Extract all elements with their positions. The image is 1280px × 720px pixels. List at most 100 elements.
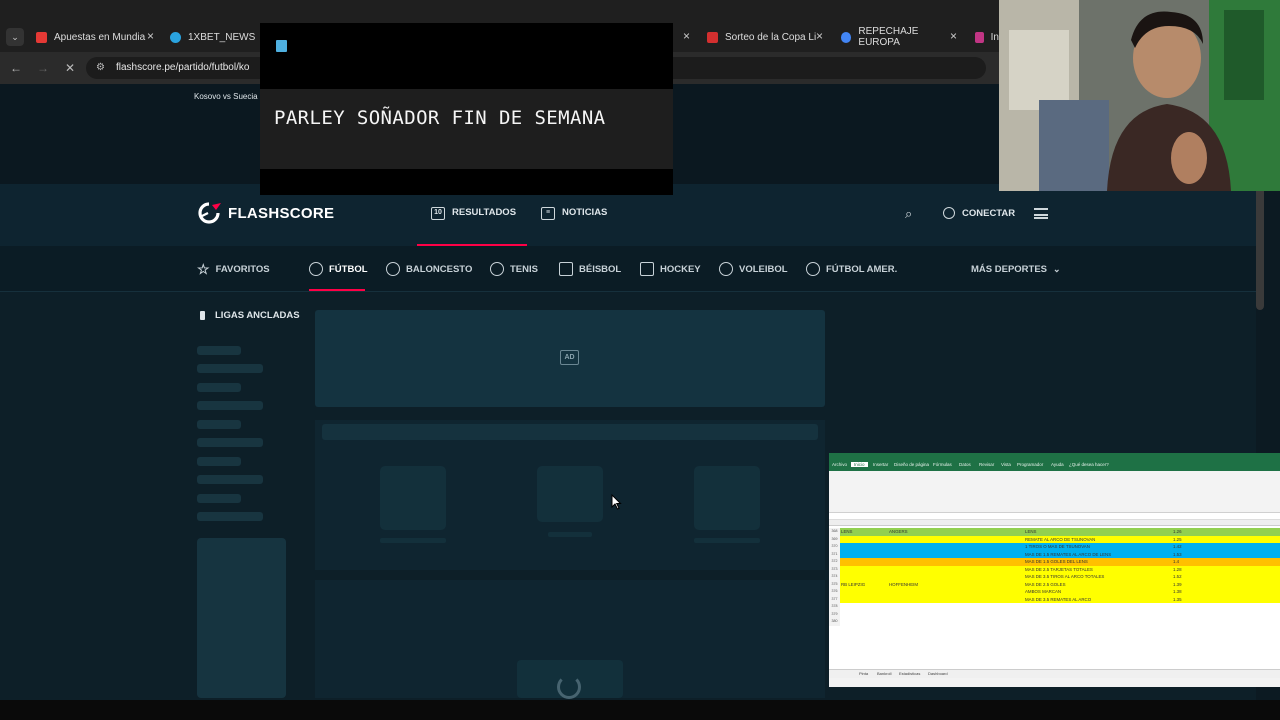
sheet-row[interactable]: LENS ANGERS LENS 1.26 <box>840 528 1280 536</box>
url-text[interactable]: flashscore.pe/partido/futbol/ko <box>116 62 249 73</box>
skeleton-text <box>380 538 446 543</box>
sheet-cell[interactable]: MAS DE 3.5 TIROS AL ARCO TOTALES <box>1025 573 1104 581</box>
search-icon[interactable]: ⌕ <box>905 206 912 222</box>
sport-hockey[interactable]: HOCKEY <box>640 262 701 276</box>
formula-bar[interactable] <box>829 513 1280 520</box>
flashscore-logo[interactable]: FLASHSCORE <box>198 202 334 224</box>
sheet-cell[interactable]: RB LEIPZIG <box>841 581 865 589</box>
site-settings-icon[interactable]: ⚙ <box>96 62 105 73</box>
nav-resultados[interactable]: 10 RESULTADOS <box>417 200 527 246</box>
skeleton-league-item <box>197 475 263 484</box>
page-scrollbar[interactable] <box>1256 184 1264 310</box>
more-sports-label: MÁS DEPORTES <box>971 263 1048 275</box>
google-favicon-icon <box>841 31 852 43</box>
ribbon-tab[interactable]: Diseño de página <box>894 462 929 467</box>
sport-beisbol[interactable]: BÉISBOL <box>559 262 621 276</box>
ribbon-tab[interactable]: Revisar <box>979 462 994 467</box>
sheet-cell[interactable]: REMATE AL ARCO DE TSUNOVAN <box>1025 536 1095 544</box>
sheet-row[interactable]: MAS DE 1.5 REMATES AL ARCO DE LENS 1.53 <box>840 550 1280 559</box>
ribbon-tab[interactable]: Insertar <box>873 462 888 467</box>
sheet-cell[interactable]: 1.26 <box>1173 528 1182 536</box>
sport-voleibol[interactable]: VOLEIBOL <box>719 262 788 276</box>
sheet-cell[interactable]: 1.53 <box>1173 551 1182 559</box>
close-tab-icon[interactable]: × <box>816 29 823 43</box>
sheet-tab[interactable]: Estadisticas <box>899 671 920 676</box>
sheet-cell[interactable]: AMBOS MARCAN <box>1025 588 1061 596</box>
browser-tab[interactable]: 1XBET_NEWS <box>170 26 260 48</box>
sheet-row[interactable] <box>840 603 1280 611</box>
back-arrow-icon[interactable]: ← <box>8 60 24 76</box>
ad-badge: AD <box>560 350 579 365</box>
browser-tab-close[interactable]: × <box>680 26 690 48</box>
browser-tab[interactable]: REPECHAJE EUROPA × <box>841 26 957 48</box>
nav-noticias[interactable]: ≡ NOTICIAS <box>541 200 607 246</box>
more-sports-dropdown[interactable]: MÁS DEPORTES ⌄ <box>971 262 1061 276</box>
sheet-row[interactable]: MAS DE 1.5 GOLES DEL LENS 1.4 <box>840 558 1280 566</box>
sheet-cell[interactable]: LENS <box>1025 528 1036 536</box>
sheet-cell[interactable]: 1.42 <box>1173 543 1182 551</box>
tab-search-chevron-icon[interactable]: ⌄ <box>6 28 24 46</box>
sheet-cell[interactable]: 1.4 <box>1173 558 1179 566</box>
ribbon-tab[interactable]: Ayuda <box>1051 462 1064 467</box>
sport-tenis[interactable]: TENIS <box>490 262 538 276</box>
sport-favoritos[interactable]: ☆ FAVORITOS <box>197 261 270 277</box>
sheet-row[interactable] <box>840 618 1280 626</box>
row-number: 373 <box>829 565 840 573</box>
sheet-row[interactable]: MAS DE 3.5 REMATES AL ARCO 1.35 <box>840 595 1280 604</box>
close-tab-icon[interactable]: × <box>950 29 957 43</box>
sheet-cell[interactable]: 1.39 <box>1173 581 1182 589</box>
ribbon-tab[interactable]: Programador <box>1017 462 1043 467</box>
ribbon-tab[interactable]: Vista <box>1001 462 1011 467</box>
browser-tab[interactable]: In <box>975 26 999 48</box>
sport-futbol[interactable]: FÚTBOL <box>309 262 368 276</box>
sheet-cell[interactable]: MAS DE 2.5 TARJETAS TOTALES <box>1025 566 1093 574</box>
sheet-cell[interactable]: 1 TIROS O MAS DE TSUNOVAN <box>1025 543 1090 551</box>
sheet-tab[interactable]: Pinta <box>859 671 868 676</box>
sheet-row[interactable]: REMATE AL ARCO DE TSUNOVAN 1.25 <box>840 535 1280 544</box>
ribbon-tab[interactable]: Datos <box>959 462 971 467</box>
sheet-cell[interactable]: HOFFENHEIM <box>889 581 918 589</box>
sheet-cell[interactable]: ANGERS <box>889 528 908 536</box>
sheet-cell[interactable]: MAS DE 1.5 GOLES DEL LENS <box>1025 558 1088 566</box>
skeleton-league-item <box>197 512 263 521</box>
sheet-cell[interactable]: MAS DE 1.5 REMATES AL ARCO DE LENS <box>1025 551 1111 559</box>
sheet-cell[interactable]: 1.35 <box>1173 596 1182 604</box>
skeleton-text <box>548 532 592 537</box>
ribbon-tab[interactable]: ¿Qué desea hacer? <box>1069 462 1109 467</box>
close-tab-icon[interactable]: × <box>147 29 154 43</box>
sheet-tab[interactable]: Bankroll <box>877 671 891 676</box>
sheet-cell[interactable]: 1.25 <box>1173 536 1182 544</box>
sheet-cell[interactable]: MAS DE 2.5 GOLES <box>1025 581 1066 589</box>
scoreboard-icon: 10 <box>431 207 445 220</box>
hamburger-menu-icon[interactable] <box>1034 208 1048 219</box>
row-number: 379 <box>829 610 840 618</box>
browser-tab[interactable]: Apuestas en Mundia × <box>36 26 154 48</box>
sheet-cell[interactable]: LENS <box>841 528 852 536</box>
sheet-row[interactable] <box>840 610 1280 618</box>
active-sport-indicator <box>309 289 365 291</box>
browser-tab[interactable]: Sorteo de la Copa Li × <box>707 26 823 48</box>
sheet-cell[interactable]: 1.28 <box>1173 566 1182 574</box>
sport-baloncesto[interactable]: BALONCESTO <box>386 262 472 276</box>
breadcrumb[interactable]: Kosovo vs Suecia <box>194 92 258 101</box>
sport-futbol-amer[interactable]: FÚTBOL AMER. <box>806 262 897 276</box>
stop-loading-icon[interactable]: ✕ <box>62 60 78 76</box>
ribbon-tab[interactable]: Fórmulas <box>933 462 952 467</box>
connect-button[interactable]: CONECTAR <box>943 207 1015 219</box>
sheet-cell[interactable]: MAS DE 3.5 REMATES AL ARCO <box>1025 596 1091 604</box>
sheet-row[interactable]: 1 TIROS O MAS DE TSUNOVAN 1.42 <box>840 543 1280 551</box>
sheet-tab[interactable]: Dashboard <box>928 671 948 676</box>
forward-arrow-icon[interactable]: → <box>35 60 51 76</box>
tab-title: In <box>990 31 999 43</box>
tab-title: REPECHAJE EUROPA <box>858 26 919 48</box>
ribbon-tab[interactable]: Archivo <box>832 462 847 467</box>
sheet-row[interactable]: MAS DE 2.5 TARJETAS TOTALES 1.28 <box>840 565 1280 574</box>
sheet-row[interactable]: AMBOS MARCAN 1.38 <box>840 588 1280 596</box>
sheet-cell[interactable]: 1.52 <box>1173 573 1182 581</box>
sheet-row[interactable]: RB LEIPZIG HOFFENHEIM MAS DE 2.5 GOLES 1.39 <box>840 580 1280 589</box>
close-tab-icon[interactable]: × <box>683 29 690 43</box>
ribbon-tab[interactable]: Inicio <box>851 462 868 467</box>
sheet-row[interactable]: MAS DE 3.5 TIROS AL ARCO TOTALES 1.52 <box>840 573 1280 581</box>
loading-spinner-icon <box>557 675 581 699</box>
sheet-cell[interactable]: 1.38 <box>1173 588 1182 596</box>
